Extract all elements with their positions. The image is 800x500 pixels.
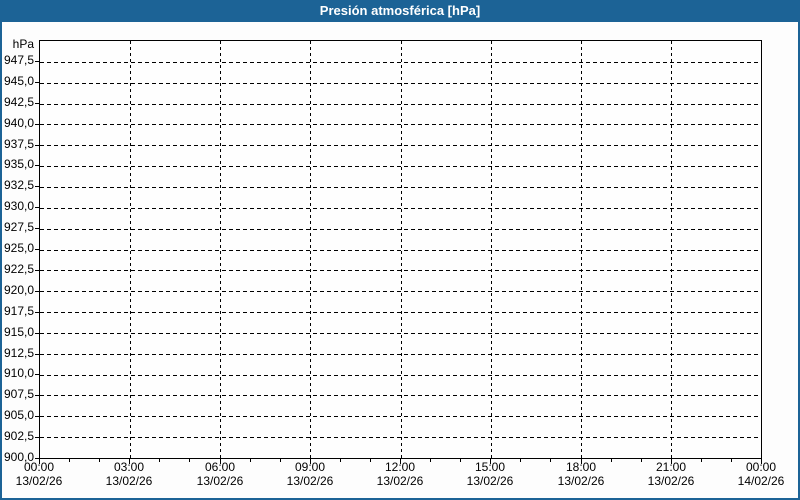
x-minor-tick-mark [731,459,732,462]
x-minor-tick-mark [460,459,461,462]
x-major-tick-mark [220,459,221,464]
x-tick-date-label: 13/02/26 [376,474,424,488]
x-minor-tick-mark [641,459,642,462]
x-minor-tick-mark [430,459,431,462]
x-minor-tick-mark [99,459,100,462]
y-tick-mark [35,333,39,334]
y-tick-label: 935,0 [3,157,34,171]
x-major-tick-mark [581,459,582,464]
y-tick-label: 920,0 [3,283,34,297]
v-gridline [401,41,402,458]
y-tick-mark [35,61,39,62]
y-tick-mark [35,186,39,187]
plot-area [39,40,762,459]
y-tick-mark [35,207,39,208]
pressure-chart-window: Presión atmosférica [hPa] hPa 947,5 945,0… [0,0,800,500]
y-tick-label: 912,5 [3,346,34,360]
y-tick-label: 915,0 [3,325,34,339]
x-minor-tick-mark [701,459,702,462]
v-gridline [671,41,672,458]
x-major-tick-mark [490,459,491,464]
y-tick-label: 905,0 [3,408,34,422]
chart-title-bar: Presión atmosférica [hPa] [2,2,798,22]
x-tick-date-label: 13/02/26 [557,474,605,488]
y-tick-label: 945,0 [3,74,34,88]
x-minor-tick-mark [340,459,341,462]
y-tick-label: 917,5 [3,304,34,318]
x-tick-date-label: 13/02/26 [466,474,514,488]
y-tick-label: 907,5 [3,387,34,401]
y-tick-mark [35,249,39,250]
y-tick-mark [35,165,39,166]
y-tick-mark [35,312,39,313]
x-major-tick-mark [129,459,130,464]
x-minor-tick-mark [611,459,612,462]
x-minor-tick-mark [550,459,551,462]
y-tick-mark [35,374,39,375]
y-tick-label: 922,5 [3,262,34,276]
y-tick-mark [35,291,39,292]
x-major-tick-mark [671,459,672,464]
x-tick-date-label: 13/02/26 [105,474,153,488]
x-minor-tick-mark [189,459,190,462]
x-major-tick-mark [400,459,401,464]
x-major-tick-mark [310,459,311,464]
x-minor-tick-mark [520,459,521,462]
v-gridline [310,41,311,458]
y-tick-mark [35,437,39,438]
y-tick-mark [35,145,39,146]
y-tick-label: 927,5 [3,220,34,234]
x-tick-date-label: 13/02/26 [647,474,695,488]
x-major-tick-mark [39,459,40,464]
y-tick-label: 942,5 [3,95,34,109]
y-axis-unit-label: hPa [12,37,34,51]
chart-canvas: Presión atmosférica [hPa] hPa 947,5 945,0… [2,2,798,498]
x-major-tick-mark [761,459,762,464]
y-tick-mark [35,124,39,125]
y-tick-mark [35,395,39,396]
v-gridline [220,41,221,458]
y-tick-label: 947,5 [3,53,34,67]
x-tick-date-label: 13/02/26 [196,474,244,488]
x-minor-tick-mark [159,459,160,462]
y-tick-label: 910,0 [3,366,34,380]
y-tick-label: 940,0 [3,116,34,130]
y-tick-label: 930,0 [3,199,34,213]
y-tick-label: 932,5 [3,178,34,192]
y-tick-mark [35,270,39,271]
y-tick-label: 925,0 [3,241,34,255]
y-tick-label: 902,5 [3,429,34,443]
y-tick-mark [35,103,39,104]
x-minor-tick-mark [250,459,251,462]
x-tick-date-label: 13/02/26 [286,474,334,488]
v-gridline [130,41,131,458]
x-minor-tick-mark [69,459,70,462]
y-tick-mark [35,354,39,355]
x-tick-date-label: 14/02/26 [737,474,785,488]
x-tick-date-label: 13/02/26 [15,474,63,488]
y-tick-mark [35,416,39,417]
v-gridline [581,41,582,458]
y-tick-mark [35,82,39,83]
v-gridline [491,41,492,458]
y-tick-label: 937,5 [3,137,34,151]
chart-title: Presión atmosférica [hPa] [319,3,481,18]
x-minor-tick-mark [370,459,371,462]
y-tick-mark [35,228,39,229]
x-minor-tick-mark [280,459,281,462]
